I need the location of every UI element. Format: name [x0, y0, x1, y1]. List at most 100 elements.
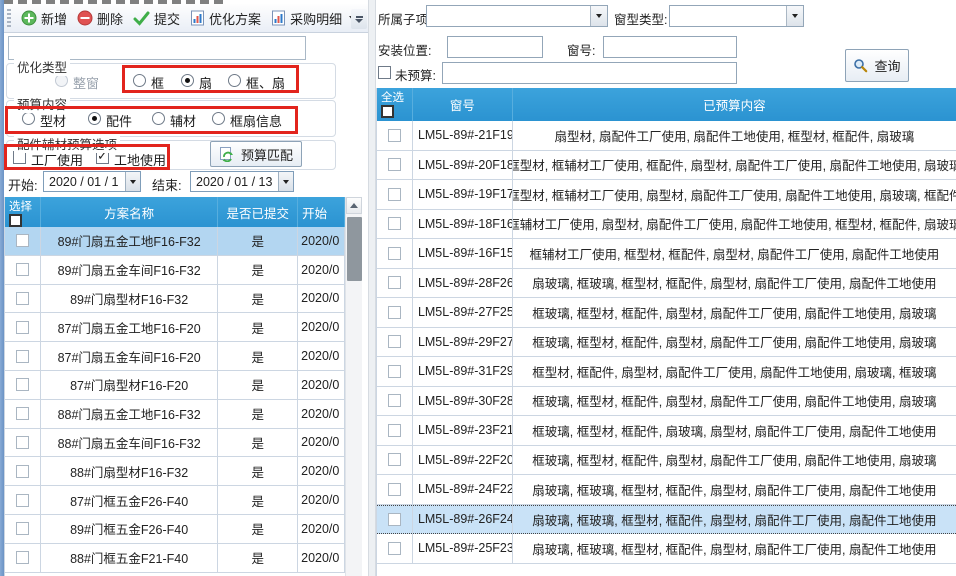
- budget-match-button[interactable]: 预算匹配: [210, 141, 302, 167]
- window-table-row[interactable]: LM5L-89#-18F16框辅材工厂使用, 扇型材, 扇配件工厂使用, 扇配件…: [377, 210, 956, 240]
- date-end-dropdown-button[interactable]: [278, 172, 293, 191]
- window-no-input[interactable]: [603, 36, 737, 58]
- window-table-row[interactable]: LM5L-89#-23F21框玻璃, 框型材, 框配件, 扇玻璃, 扇型材, 扇…: [377, 416, 956, 446]
- radio-auxiliary[interactable]: [152, 112, 165, 125]
- row-checkbox[interactable]: [388, 129, 401, 142]
- row-checkbox[interactable]: [388, 247, 401, 260]
- radio-profile[interactable]: [22, 112, 35, 125]
- plan-table-row[interactable]: 88#门扇型材F16-F32是2020/0: [5, 457, 345, 486]
- row-checkbox[interactable]: [388, 306, 401, 319]
- row-checkbox[interactable]: [16, 551, 29, 564]
- plan-table-row[interactable]: 87#门扇型材F16-F20是2020/0: [5, 371, 345, 400]
- window-row-select-cell: [377, 210, 413, 239]
- plan-table-row[interactable]: 88#门扇五金工地F16-F32是2020/0: [5, 400, 345, 429]
- row-checkbox[interactable]: [388, 453, 401, 466]
- row-checkbox[interactable]: [16, 350, 29, 363]
- query-button-label: 查询: [874, 56, 900, 75]
- select-all-checkbox[interactable]: [9, 214, 22, 227]
- chevron-up-icon: [350, 203, 358, 208]
- plan-row-submitted: 是: [218, 371, 298, 399]
- window-table-row[interactable]: LM5L-89#-31F29框型材, 框配件, 扇型材, 扇配件工厂使用, 扇配…: [377, 357, 956, 387]
- plan-table-row[interactable]: 88#门框五金F21-F40是2020/0: [5, 544, 345, 573]
- row-checkbox[interactable]: [16, 407, 29, 420]
- plan-table-row[interactable]: 89#门扇五金车间F16-F32是2020/0: [5, 256, 345, 285]
- window-table-row[interactable]: LM5L-89#-24F22扇玻璃, 框玻璃, 框型材, 框配件, 扇型材, 扇…: [377, 475, 956, 505]
- plan-row-submitted: 是: [218, 227, 298, 255]
- install-pos-input[interactable]: [447, 36, 543, 58]
- toolbar-overflow-button[interactable]: [351, 9, 367, 29]
- sub-item-combo[interactable]: [426, 5, 608, 27]
- row-checkbox[interactable]: [388, 513, 401, 526]
- window-row-budgeted-content: 框玻璃, 框型材, 框配件, 扇型材, 扇配件工厂使用, 扇配件工地使用, 扇玻…: [513, 328, 956, 357]
- scrollbar-thumb[interactable]: [347, 217, 362, 281]
- plan-row-start-date: 2020/0: [298, 544, 345, 572]
- add-button[interactable]: 新增: [16, 7, 72, 30]
- unbudgeted-checkbox[interactable]: [378, 66, 391, 79]
- window-table-row[interactable]: LM5L-89#-16F15框辅材工厂使用, 框型材, 框配件, 扇型材, 扇配…: [377, 239, 956, 269]
- radio-sash[interactable]: [181, 74, 194, 87]
- row-checkbox[interactable]: [388, 483, 401, 496]
- combo-dropdown-button[interactable]: [590, 6, 607, 26]
- window-table-row[interactable]: LM5L-89#-19F17框型材, 框辅材工厂使用, 扇型材, 扇配件工厂使用…: [377, 180, 956, 210]
- window-table-row[interactable]: LM5L-89#-29F27框玻璃, 框型材, 框配件, 扇型材, 扇配件工厂使…: [377, 328, 956, 358]
- window-table-row[interactable]: LM5L-89#-22F20框玻璃, 框型材, 框配件, 扇型材, 扇配件工厂使…: [377, 446, 956, 476]
- delete-button[interactable]: 删除: [72, 7, 128, 30]
- combo-dropdown-button[interactable]: [786, 6, 803, 26]
- scroll-up-button[interactable]: [346, 197, 362, 214]
- plan-row-select-cell: [5, 486, 41, 514]
- row-checkbox[interactable]: [16, 321, 29, 334]
- row-checkbox[interactable]: [388, 542, 401, 555]
- window-table-row[interactable]: LM5L-89#-21F19扇型材, 扇配件工厂使用, 扇配件工地使用, 框型材…: [377, 121, 956, 151]
- window-table-row[interactable]: LM5L-89#-28F26扇玻璃, 框玻璃, 框型材, 框配件, 扇型材, 扇…: [377, 269, 956, 299]
- plan-table-scrollbar[interactable]: [345, 197, 362, 576]
- window-row-budgeted-content: 框玻璃, 框型材, 框配件, 扇玻璃, 扇型材, 扇配件工厂使用, 扇配件工地使…: [513, 416, 956, 445]
- row-checkbox[interactable]: [16, 234, 29, 247]
- plan-table-row[interactable]: 87#门框五金F26-F40是2020/0: [5, 486, 345, 515]
- window-table-row[interactable]: LM5L-89#-26F24扇玻璃, 框玻璃, 框型材, 框配件, 扇型材, 扇…: [377, 505, 956, 535]
- select-all-checkbox[interactable]: [381, 105, 394, 118]
- row-checkbox[interactable]: [388, 394, 401, 407]
- row-checkbox[interactable]: [16, 263, 29, 276]
- row-checkbox[interactable]: [16, 522, 29, 535]
- radio-fittings[interactable]: [88, 112, 101, 125]
- row-checkbox[interactable]: [16, 494, 29, 507]
- row-checkbox[interactable]: [388, 276, 401, 289]
- unbudgeted-input[interactable]: [442, 62, 737, 84]
- row-checkbox[interactable]: [16, 378, 29, 391]
- row-checkbox[interactable]: [388, 335, 401, 348]
- date-start-picker[interactable]: 2020 / 01 / 1: [43, 171, 141, 192]
- plan-row-name: 87#门扇五金工地F16-F20: [41, 313, 218, 341]
- row-checkbox[interactable]: [388, 424, 401, 437]
- toolbar: 新增 删除 提交 优化方案 采购明: [4, 4, 370, 33]
- panel-splitter[interactable]: [368, 0, 376, 576]
- radio-frame-sash-info[interactable]: [212, 112, 225, 125]
- row-checkbox[interactable]: [388, 365, 401, 378]
- plan-table-row[interactable]: 87#门扇五金车间F16-F20是2020/0: [5, 342, 345, 371]
- window-type-combo[interactable]: [669, 5, 804, 27]
- window-table-row[interactable]: LM5L-89#-30F28框玻璃, 框型材, 框配件, 扇型材, 扇配件工厂使…: [377, 387, 956, 417]
- window-table-row[interactable]: LM5L-89#-27F25框玻璃, 框型材, 框配件, 扇型材, 扇配件工厂使…: [377, 298, 956, 328]
- purchase-detail-button[interactable]: 采购明细: [266, 7, 362, 30]
- row-checkbox[interactable]: [16, 465, 29, 478]
- plan-table-row[interactable]: 88#门扇五金车间F16-F32是2020/0: [5, 429, 345, 458]
- plan-table-row[interactable]: 89#门扇型材F16-F32是2020/0: [5, 285, 345, 314]
- row-checkbox[interactable]: [16, 436, 29, 449]
- query-button[interactable]: 查询: [845, 49, 909, 82]
- radio-frame[interactable]: [133, 74, 146, 87]
- row-checkbox[interactable]: [388, 188, 401, 201]
- date-end-picker[interactable]: 2020 / 01 / 13: [190, 171, 294, 192]
- toolbar-grip[interactable]: [7, 9, 11, 27]
- plan-table-row[interactable]: 89#门扇五金工地F16-F32是2020/0: [5, 227, 345, 256]
- plan-table-row[interactable]: 87#门扇五金工地F16-F20是2020/0: [5, 313, 345, 342]
- date-start-dropdown-button[interactable]: [125, 172, 140, 191]
- radio-frame-sash[interactable]: [228, 74, 241, 87]
- row-checkbox[interactable]: [388, 158, 401, 171]
- submit-button[interactable]: 提交: [128, 7, 185, 30]
- row-checkbox[interactable]: [16, 292, 29, 305]
- window-row-no: LM5L-89#-30F28: [413, 387, 513, 416]
- window-table-row[interactable]: LM5L-89#-20F18框型材, 框辅材工厂使用, 框配件, 扇型材, 扇配…: [377, 151, 956, 181]
- plan-table-row[interactable]: 89#门框五金F26-F40是2020/0: [5, 515, 345, 544]
- optimize-plan-button[interactable]: 优化方案: [185, 7, 266, 30]
- row-checkbox[interactable]: [388, 217, 401, 230]
- window-table-row[interactable]: LM5L-89#-25F23扇玻璃, 框玻璃, 框型材, 框配件, 扇型材, 扇…: [377, 534, 956, 564]
